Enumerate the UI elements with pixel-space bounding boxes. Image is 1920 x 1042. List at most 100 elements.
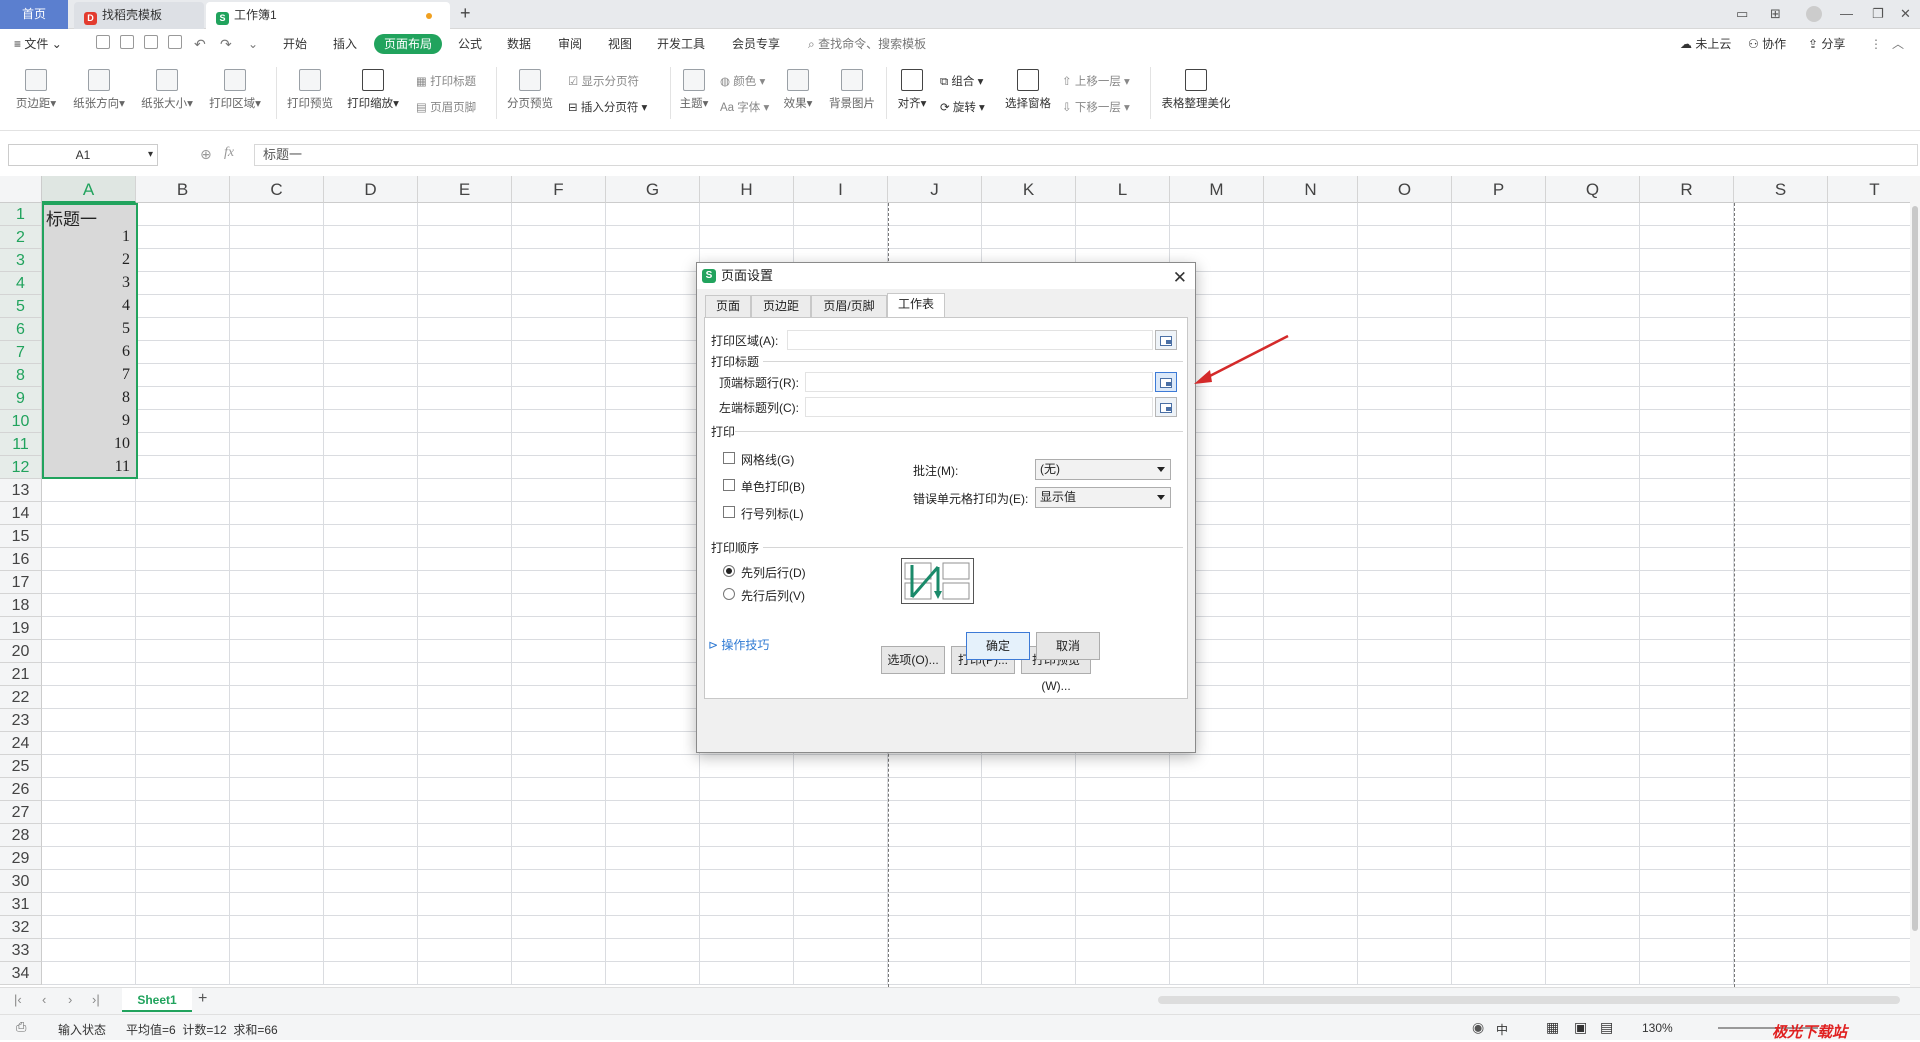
column-header-f[interactable]: F [512,176,606,203]
over-then-down-radio[interactable] [723,588,735,600]
cell-a6[interactable]: 5 [42,320,130,338]
print-area-button[interactable]: 打印区域▾ [206,69,264,111]
row-header-14[interactable]: 14 [0,502,42,525]
print-scale-button[interactable]: 打印缩放▾ [344,69,402,111]
mono-checkbox[interactable] [723,479,735,491]
column-header-p[interactable]: P [1452,176,1546,203]
macro-icon[interactable]: ⎙ [16,1019,26,1035]
select-all-corner[interactable] [0,176,42,203]
ime-indicator[interactable]: 中 [1496,1021,1508,1038]
show-page-break-checkbox[interactable]: ☑ 显示分页符 [568,73,639,89]
menu-review[interactable]: 审阅 [558,34,582,54]
row-header-30[interactable]: 30 [0,870,42,893]
column-header-m[interactable]: M [1170,176,1264,203]
row-header-27[interactable]: 27 [0,801,42,824]
preview-icon[interactable] [168,35,182,49]
left-cols-ref-icon[interactable] [1155,397,1177,417]
row-header-32[interactable]: 32 [0,916,42,939]
column-header-c[interactable]: C [230,176,324,203]
insert-page-break-button[interactable]: ⊟ 插入分页符 ▾ [568,99,647,115]
cell-a12[interactable]: 11 [42,458,130,476]
collaborate-button[interactable]: ⚇ 协作 [1748,34,1786,54]
column-header-t[interactable]: T [1828,176,1910,203]
print-preview-button[interactable]: 打印预览 [284,69,336,111]
page-break-preview-button[interactable]: 分页预览 [504,69,556,111]
column-header-r[interactable]: R [1640,176,1734,203]
column-header-k[interactable]: K [982,176,1076,203]
page-break-view-icon[interactable]: ▤ [1600,1019,1613,1036]
effects-button[interactable]: 效果▾ [780,69,816,111]
tips-link[interactable]: ⊳ 操作技巧 [708,636,769,653]
column-header-n[interactable]: N [1264,176,1358,203]
errors-select[interactable]: 显示值 [1035,487,1171,508]
row-header-10[interactable]: 10 [0,410,42,433]
row-header-16[interactable]: 16 [0,548,42,571]
column-header-e[interactable]: E [418,176,512,203]
name-box[interactable]: A1 ▾ [8,144,158,166]
column-header-s[interactable]: S [1734,176,1828,203]
quick-access-dropdown-icon[interactable]: ⌄ [248,34,258,54]
theme-button[interactable]: 主题▾ [676,69,712,111]
colors-button[interactable]: ◍ 颜色 ▾ [720,73,765,89]
eye-protect-icon[interactable]: ◉ [1472,1019,1484,1036]
zoom-level[interactable]: 130% [1642,1021,1673,1035]
cell-a4[interactable]: 3 [42,274,130,292]
left-cols-field[interactable] [805,397,1153,417]
column-header-b[interactable]: B [136,176,230,203]
row-header-20[interactable]: 20 [0,640,42,663]
fonts-button[interactable]: Aa 字体 ▾ [720,99,769,115]
group-button[interactable]: ⧉ 组合 ▾ [940,73,983,89]
ok-button[interactable]: 确定 [966,632,1030,660]
last-sheet-icon[interactable]: ›| [92,992,100,1007]
row-header-12[interactable]: 12 [0,456,42,479]
orientation-button[interactable]: 纸张方向▾ [70,69,128,111]
row-header-24[interactable]: 24 [0,732,42,755]
row-header-11[interactable]: 11 [0,433,42,456]
row-header-9[interactable]: 9 [0,387,42,410]
redo-icon[interactable]: ↷ [220,34,232,54]
column-header-i[interactable]: I [794,176,888,203]
menu-developer[interactable]: 开发工具 [657,34,705,54]
row-header-25[interactable]: 25 [0,755,42,778]
fx-icon[interactable]: fx [224,145,234,161]
horizontal-scrollbar[interactable] [1158,996,1900,1004]
cell-a8[interactable]: 7 [42,366,130,384]
row-header-4[interactable]: 4 [0,272,42,295]
row-header-18[interactable]: 18 [0,594,42,617]
print-area-ref-icon[interactable] [1155,330,1177,350]
align-button[interactable]: 对齐▾ [894,69,930,111]
top-rows-ref-icon[interactable] [1155,372,1177,392]
cell-a9[interactable]: 8 [42,389,130,407]
layout-icon[interactable]: ▭ [1736,6,1748,22]
row-header-31[interactable]: 31 [0,893,42,916]
print-titles-button[interactable]: ▦ 打印标题 [416,73,476,89]
sheet-tab-sheet1[interactable]: Sheet1 [122,988,192,1012]
top-rows-field[interactable] [805,372,1153,392]
formula-input[interactable]: 标题一 [254,144,1918,166]
column-header-o[interactable]: O [1358,176,1452,203]
margins-button[interactable]: 页边距▾ [10,69,62,111]
close-icon[interactable]: ✕ [1173,265,1187,291]
next-sheet-icon[interactable]: › [68,992,72,1007]
options-button[interactable]: 选项(O)... [881,646,945,674]
print-icon[interactable] [144,35,158,49]
close-window-icon[interactable]: ✕ [1900,6,1911,22]
rotate-button[interactable]: ⟳ 旋转 ▾ [940,99,985,115]
gridlines-checkbox[interactable] [723,452,735,464]
column-header-g[interactable]: G [606,176,700,203]
menu-view[interactable]: 视图 [608,34,632,54]
comments-select[interactable]: (无) [1035,459,1171,480]
bring-forward-button[interactable]: ⇧ 上移一层 ▾ [1062,73,1130,89]
column-header-h[interactable]: H [700,176,794,203]
row-header-23[interactable]: 23 [0,709,42,732]
apps-grid-icon[interactable]: ⊞ [1770,6,1781,22]
menu-insert[interactable]: 插入 [333,34,357,54]
menu-data[interactable]: 数据 [507,34,531,54]
file-menu[interactable]: ≡ 文件 ⌄ [14,34,62,54]
row-header-33[interactable]: 33 [0,939,42,962]
save-icon[interactable] [96,35,110,49]
row-header-34[interactable]: 34 [0,962,42,985]
cell-a3[interactable]: 2 [42,251,130,269]
prev-sheet-icon[interactable]: ‹ [42,992,46,1007]
tab-template[interactable]: D 找稻壳模板 [74,2,204,29]
